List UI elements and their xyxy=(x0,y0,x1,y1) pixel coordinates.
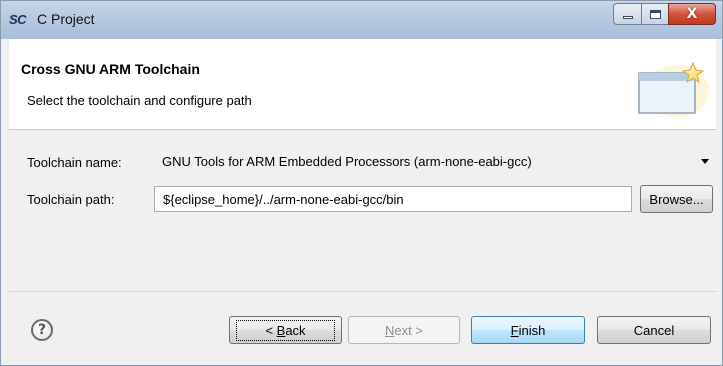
toolchain-name-label: Toolchain name: xyxy=(27,155,122,170)
browse-button[interactable]: Browse... xyxy=(640,185,713,213)
toolchain-name-select[interactable]: GNU Tools for ARM Embedded Processors (a… xyxy=(153,149,715,175)
back-button-label: < Back xyxy=(236,319,335,341)
minimize-button[interactable] xyxy=(613,3,641,25)
divider xyxy=(9,291,716,292)
back-button[interactable]: < Back xyxy=(229,316,342,344)
chevron-down-icon xyxy=(701,159,709,164)
toolchain-path-input[interactable] xyxy=(154,186,632,212)
close-button[interactable]: X xyxy=(668,3,716,25)
help-icon[interactable]: ? xyxy=(31,319,53,341)
app-icon: SC xyxy=(9,12,27,27)
finish-button[interactable]: Finish xyxy=(471,316,585,344)
window-controls: X xyxy=(613,3,716,25)
window-title: C Project xyxy=(37,11,95,27)
toolchain-name-value: GNU Tools for ARM Embedded Processors (a… xyxy=(162,154,532,169)
wizard-header: Cross GNU ARM Toolchain Select the toolc… xyxy=(9,39,716,130)
next-button[interactable]: Next > xyxy=(348,316,460,344)
maximize-button[interactable] xyxy=(641,3,668,25)
cancel-button[interactable]: Cancel xyxy=(597,316,711,344)
maximize-icon xyxy=(649,9,661,19)
page-title: Cross GNU ARM Toolchain xyxy=(21,61,200,77)
wizard-banner-icon xyxy=(638,61,709,117)
page-subtitle: Select the toolchain and configure path xyxy=(27,93,252,108)
close-icon: X xyxy=(686,6,698,22)
dialog-window: SC C Project X Cross GNU ARM Toolchain S… xyxy=(0,0,723,366)
title-bar[interactable]: SC C Project X xyxy=(1,1,722,39)
toolchain-path-label: Toolchain path: xyxy=(27,192,115,207)
minimize-icon xyxy=(622,15,633,19)
